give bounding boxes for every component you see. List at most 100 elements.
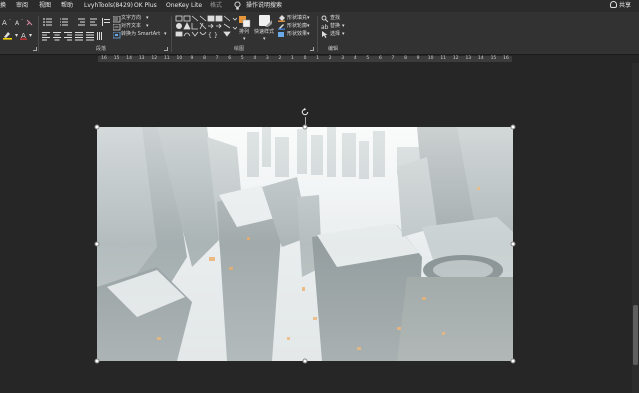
- paragraph-group-label: 段落: [96, 46, 107, 52]
- tab-review[interactable]: 审阅: [16, 2, 28, 10]
- vertical-scrollbar[interactable]: [632, 63, 639, 393]
- horizontal-ruler[interactable]: 16 15 14 13 12 11 10 9 8 7 6 5 4 3 2 1 0 1 2 3 4 5 6 7 8 9 10 11 12 1…: [98, 56, 512, 62]
- replace-icon[interactable]: ab: [321, 23, 329, 30]
- resize-handle-bottom-right[interactable]: [510, 358, 516, 364]
- ruler-tick-label: 7: [215, 56, 219, 61]
- tab-lvyhtools[interactable]: LvyhTools(8429): [84, 2, 133, 10]
- font-size-icons[interactable]: A ˆ A ˇ: [2, 17, 34, 27]
- drawing-dialog-launcher[interactable]: [310, 47, 314, 51]
- ruler-tick-label: 9: [190, 56, 194, 61]
- selected-picture[interactable]: [97, 127, 513, 361]
- editing-group-label: 编辑: [328, 46, 339, 52]
- ruler-tick-label: 1: [316, 56, 319, 61]
- ruler-tick-label: 3: [265, 56, 269, 61]
- svg-text:A: A: [15, 20, 20, 27]
- chevron-down-icon: ▾: [164, 31, 167, 37]
- svg-text:▾: ▾: [15, 32, 18, 39]
- resize-handle-bottom-left[interactable]: [94, 358, 100, 364]
- svg-text:{: {: [208, 32, 212, 39]
- arrange-icon[interactable]: [239, 16, 251, 28]
- resize-handle-bottom[interactable]: [302, 358, 308, 364]
- list-buttons-icon[interactable]: [42, 17, 112, 27]
- ruler-tick-label: 13: [465, 56, 472, 61]
- resize-handle-right[interactable]: [510, 241, 516, 247]
- tab-view[interactable]: 视图: [39, 2, 51, 10]
- arrange-button[interactable]: 排列: [239, 29, 249, 36]
- tell-me-search[interactable]: 操作说明搜索: [246, 2, 282, 10]
- ruler-tick-label: 13: [138, 56, 145, 61]
- chevron-down-icon: ▾: [342, 31, 345, 37]
- tab-transitions[interactable]: 换: [0, 2, 6, 10]
- font-dialog-launcher[interactable]: [33, 47, 37, 51]
- chevron-down-icon: ▾: [342, 23, 345, 29]
- quick-styles-button[interactable]: 快速样式: [254, 29, 274, 36]
- svg-text:}: }: [214, 32, 218, 39]
- lightbulb-icon: [234, 1, 241, 10]
- shape-effects-icon[interactable]: [278, 31, 286, 38]
- ruler-tick-label: 8: [203, 56, 206, 61]
- ruler-tick-label: 16: [101, 56, 107, 61]
- ruler-tick-label: 14: [126, 56, 132, 61]
- smartart-icon[interactable]: [113, 32, 121, 39]
- tab-format[interactable]: 格式: [210, 2, 222, 10]
- ruler-tick-label: 8: [404, 56, 407, 61]
- text-direction-button[interactable]: 文字方向: [121, 15, 141, 22]
- shape-outline-button[interactable]: 形状轮廓: [287, 23, 307, 30]
- paint-bucket-icon[interactable]: [278, 15, 286, 22]
- resize-handle-top-left[interactable]: [94, 124, 100, 130]
- scrollbar-thumb[interactable]: [633, 305, 638, 365]
- ruler-tick-label: 2: [328, 56, 332, 61]
- shapes-gallery[interactable]: { }: [175, 15, 237, 45]
- search-icon[interactable]: [321, 15, 329, 22]
- ruler-tick-label: 6: [228, 56, 232, 61]
- city-aerial-photo: [97, 127, 513, 361]
- ruler-tick-label: 3: [341, 56, 345, 61]
- find-button[interactable]: 查找: [330, 15, 340, 22]
- select-cursor-icon[interactable]: [321, 31, 329, 38]
- tab-help[interactable]: 帮助: [61, 2, 73, 10]
- quick-styles-icon[interactable]: [259, 15, 273, 28]
- menu-bar: 换 审阅 视图 帮助 LvyhTools(8429) OK Plus OneKe…: [0, 0, 639, 12]
- ruler-tick-label: 6: [378, 56, 382, 61]
- svg-text:▾: ▾: [29, 32, 32, 39]
- convert-smartart-button[interactable]: 转换为 SmartArt: [121, 31, 160, 38]
- tab-onekey-lite[interactable]: OneKey Lite: [166, 2, 202, 10]
- replace-button[interactable]: 替换: [330, 23, 340, 30]
- shape-fill-button[interactable]: 形状填充: [287, 15, 307, 22]
- share-button[interactable]: 共享: [609, 1, 631, 10]
- ruler-tick-label: 14: [478, 56, 484, 61]
- tab-ok-plus[interactable]: OK Plus: [134, 2, 157, 10]
- ruler-tick-label: 9: [416, 56, 420, 61]
- alignment-buttons-icon[interactable]: [42, 31, 112, 41]
- resize-handle-top-right[interactable]: [510, 124, 516, 130]
- ruler-tick-label: 15: [113, 56, 120, 61]
- person-icon: [609, 1, 617, 8]
- highlight-color-icon[interactable]: ▾ A ▾: [2, 30, 34, 40]
- align-text-button[interactable]: 对齐文本: [121, 23, 141, 30]
- ruler-tick-label: 11: [163, 56, 170, 61]
- select-button[interactable]: 选择: [330, 31, 340, 38]
- chevron-down-icon: ▾: [263, 36, 266, 42]
- ruler-tick-label: 4: [253, 56, 257, 61]
- ruler-tick-label: 5: [240, 56, 244, 61]
- divider: [317, 16, 318, 52]
- svg-text:ˆ: ˆ: [9, 19, 11, 24]
- svg-text:A: A: [2, 19, 7, 27]
- ruler-tick-label: 0: [303, 56, 307, 61]
- align-text-icon[interactable]: [113, 24, 121, 31]
- ruler-tick-label: 16: [503, 56, 509, 61]
- resize-handle-left[interactable]: [94, 241, 100, 247]
- ruler-tick-label: 10: [427, 56, 434, 61]
- ruler-tick-label: 15: [490, 56, 497, 61]
- resize-handle-top[interactable]: [302, 124, 308, 130]
- shape-effects-button[interactable]: 形状效果: [287, 31, 307, 38]
- ruler-tick-label: 1: [291, 56, 294, 61]
- pen-icon[interactable]: [278, 23, 286, 30]
- chevron-down-icon: ▾: [307, 23, 310, 29]
- chevron-down-icon: ▾: [307, 31, 310, 37]
- rotate-handle-icon[interactable]: [301, 107, 310, 117]
- text-direction-icon[interactable]: [113, 16, 121, 23]
- share-label: 共享: [618, 2, 631, 9]
- paragraph-dialog-launcher[interactable]: [164, 47, 168, 51]
- ruler-tick-label: 4: [353, 56, 357, 61]
